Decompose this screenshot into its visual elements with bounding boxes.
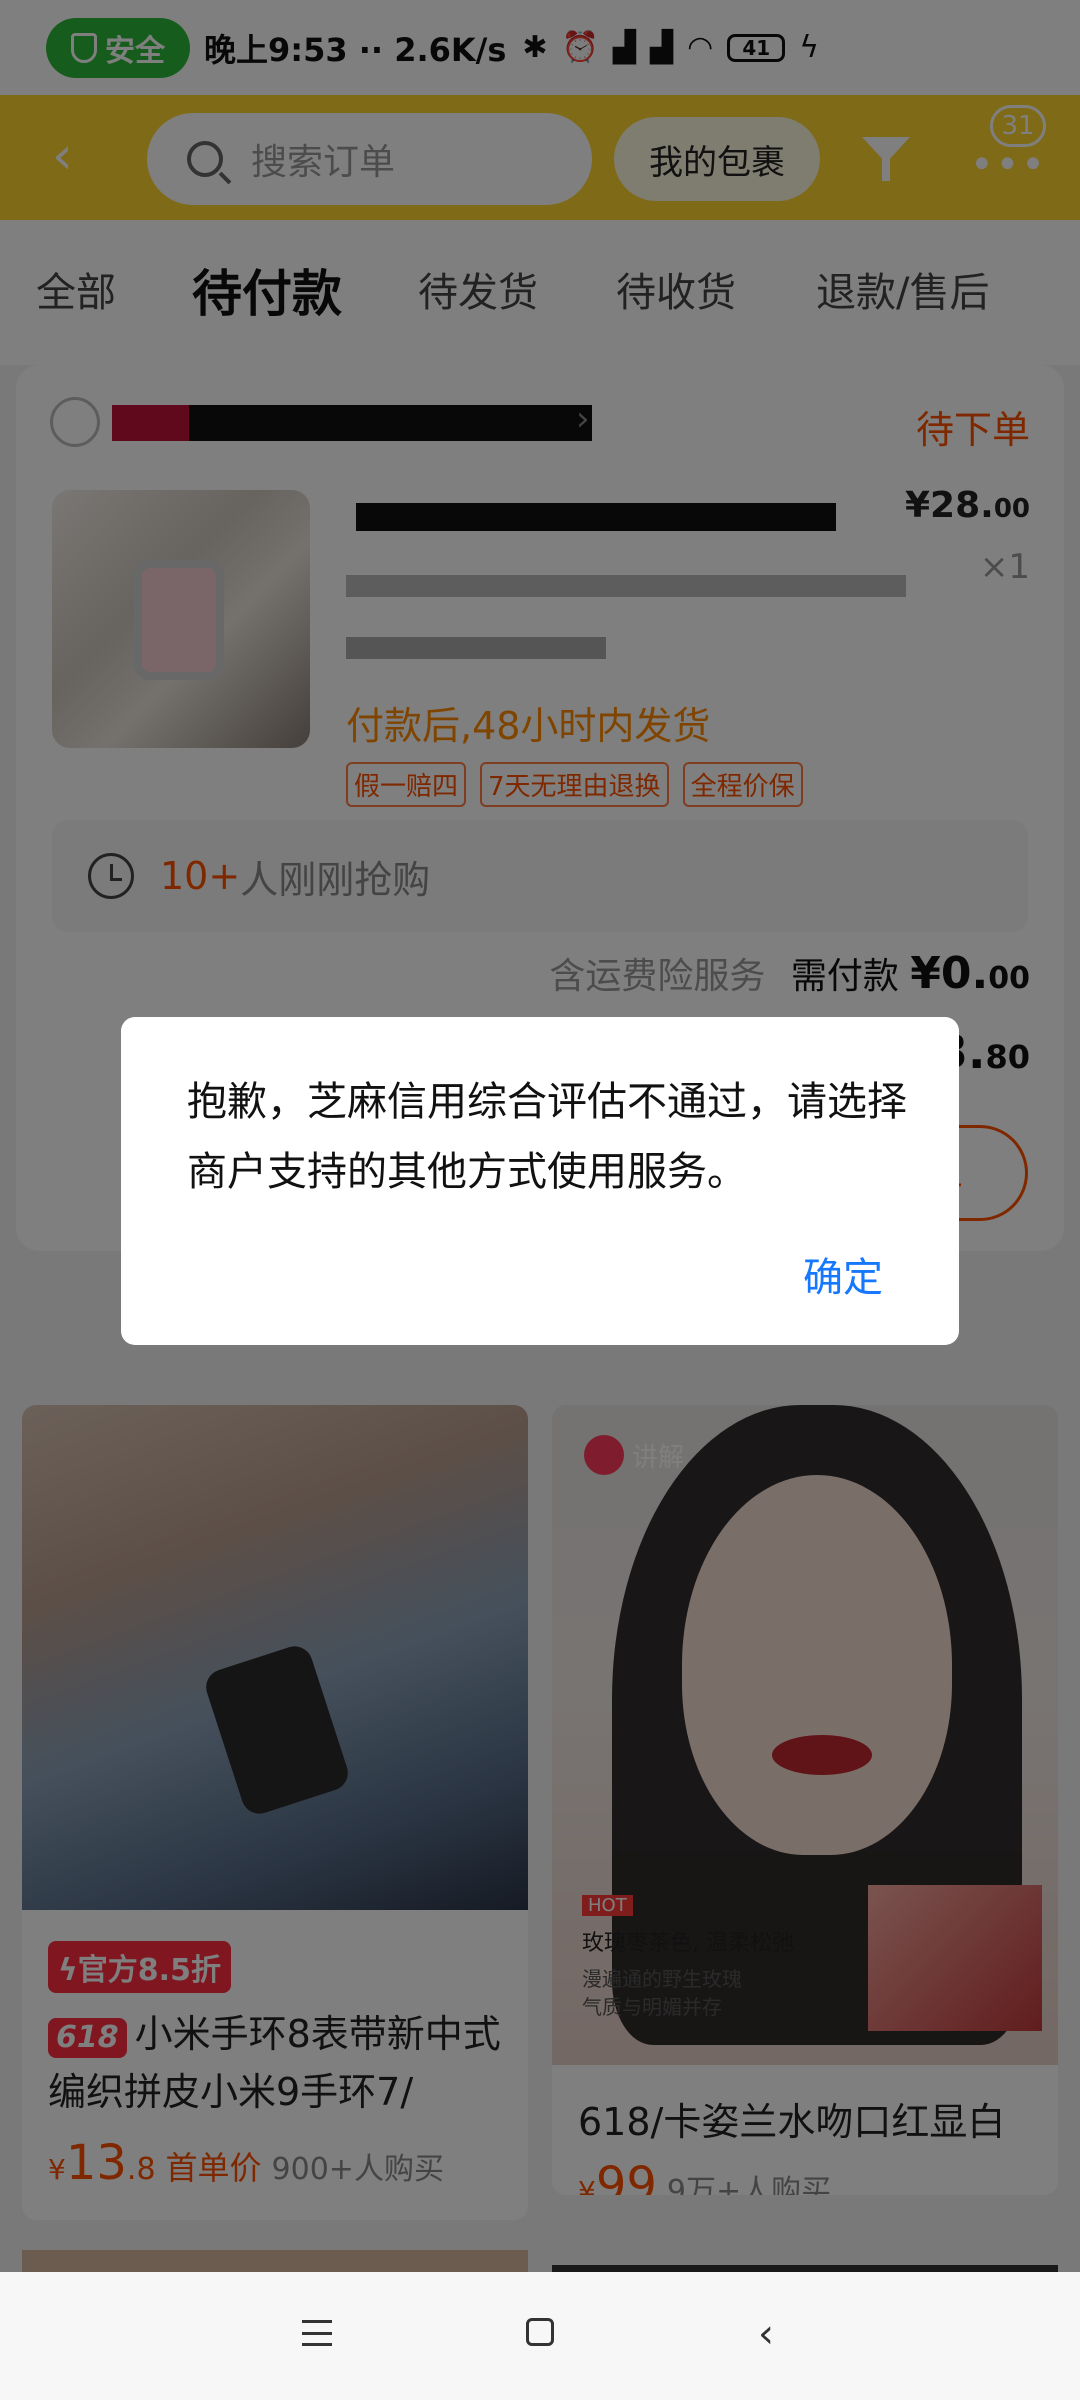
home-icon[interactable]	[526, 2318, 554, 2346]
system-nav-bar: ‹	[0, 2272, 1080, 2400]
recents-icon[interactable]	[302, 2320, 332, 2346]
alert-dialog: 抱歉，芝麻信用综合评估不通过，请选择商户支持的其他方式使用服务。 确定	[121, 1017, 959, 1345]
dialog-message: 抱歉，芝麻信用综合评估不通过，请选择商户支持的其他方式使用服务。	[187, 1079, 907, 1195]
confirm-button[interactable]: 确定	[803, 1245, 883, 1303]
back-icon[interactable]: ‹	[758, 2314, 774, 2354]
